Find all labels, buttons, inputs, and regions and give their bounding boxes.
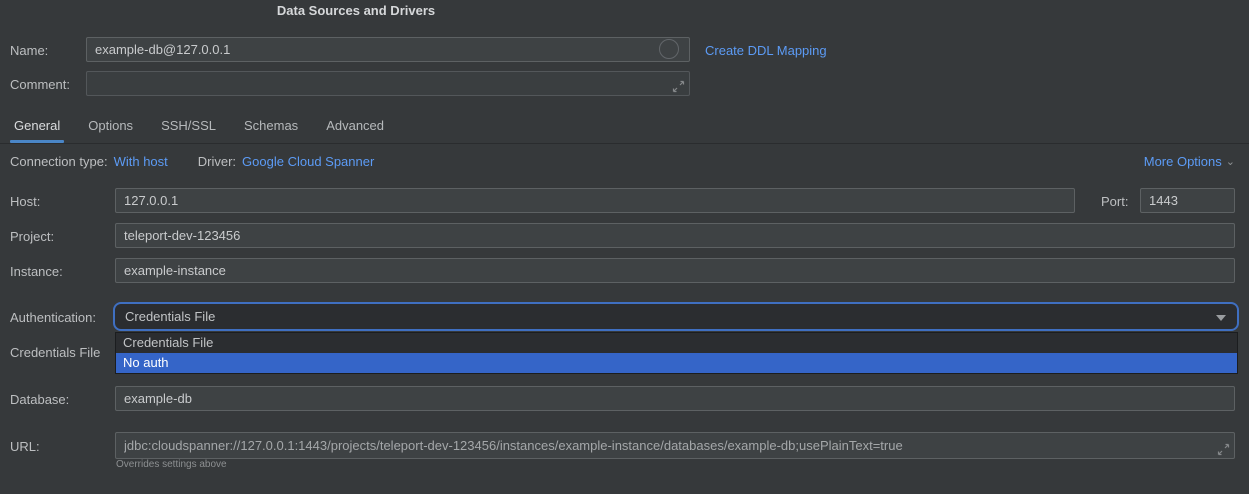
database-input[interactable] — [115, 386, 1235, 411]
dropdown-item-no-auth[interactable]: No auth — [116, 353, 1237, 373]
more-options-link[interactable]: More Options ⌄ — [1144, 154, 1235, 169]
url-field-wrap — [115, 432, 1235, 459]
dropdown-item-credentials-file[interactable]: Credentials File — [116, 333, 1237, 353]
name-label: Name: — [10, 43, 48, 58]
host-input[interactable] — [115, 188, 1075, 213]
instance-input[interactable] — [115, 258, 1235, 283]
url-label: URL: — [10, 439, 40, 454]
refresh-circle-icon — [659, 39, 679, 59]
database-label: Database: — [10, 392, 69, 407]
create-ddl-mapping-link[interactable]: Create DDL Mapping — [705, 43, 827, 58]
chevron-down-icon: ⌄ — [1226, 157, 1235, 168]
authentication-label: Authentication: — [10, 310, 96, 325]
host-label: Host: — [10, 194, 40, 209]
combo-arrow-icon[interactable] — [1216, 315, 1226, 321]
tab-bar: General Options SSH/SSL Schemas Advanced — [0, 110, 1249, 144]
tab-general[interactable]: General — [10, 110, 64, 143]
connection-type-link[interactable]: With host — [114, 154, 168, 169]
more-options-label: More Options — [1144, 154, 1222, 169]
authentication-dropdown-popup: Credentials File No auth — [115, 332, 1238, 374]
instance-label: Instance: — [10, 264, 63, 279]
port-label: Port: — [1101, 194, 1128, 209]
expand-icon[interactable] — [1217, 443, 1230, 456]
tab-schemas[interactable]: Schemas — [240, 110, 302, 143]
tab-advanced[interactable]: Advanced — [322, 110, 388, 143]
connection-type-label: Connection type: — [10, 154, 108, 169]
driver-label: Driver: — [198, 154, 236, 169]
project-label: Project: — [10, 229, 54, 244]
credentials-file-label: Credentials File — [10, 345, 100, 360]
url-hint-text: Overrides settings above — [116, 459, 227, 470]
tab-ssh-ssl[interactable]: SSH/SSL — [157, 110, 220, 143]
connection-options-row: Connection type: With host Driver: Googl… — [10, 154, 374, 169]
url-input[interactable] — [115, 432, 1235, 459]
name-input[interactable] — [86, 37, 690, 62]
comment-field-wrap — [86, 71, 690, 96]
tab-options[interactable]: Options — [84, 110, 137, 143]
port-input[interactable] — [1140, 188, 1235, 213]
driver-link[interactable]: Google Cloud Spanner — [242, 154, 374, 169]
name-field-wrap — [86, 37, 690, 62]
authentication-combobox[interactable]: Credentials File — [113, 302, 1239, 331]
comment-label: Comment: — [10, 77, 70, 92]
expand-icon[interactable] — [672, 80, 685, 93]
project-input[interactable] — [115, 223, 1235, 248]
authentication-selected-value: Credentials File — [125, 309, 215, 324]
data-sources-dialog: Data Sources and Drivers Name: Create DD… — [0, 0, 1249, 494]
dialog-title: Data Sources and Drivers — [0, 3, 712, 18]
comment-input[interactable] — [86, 71, 690, 96]
